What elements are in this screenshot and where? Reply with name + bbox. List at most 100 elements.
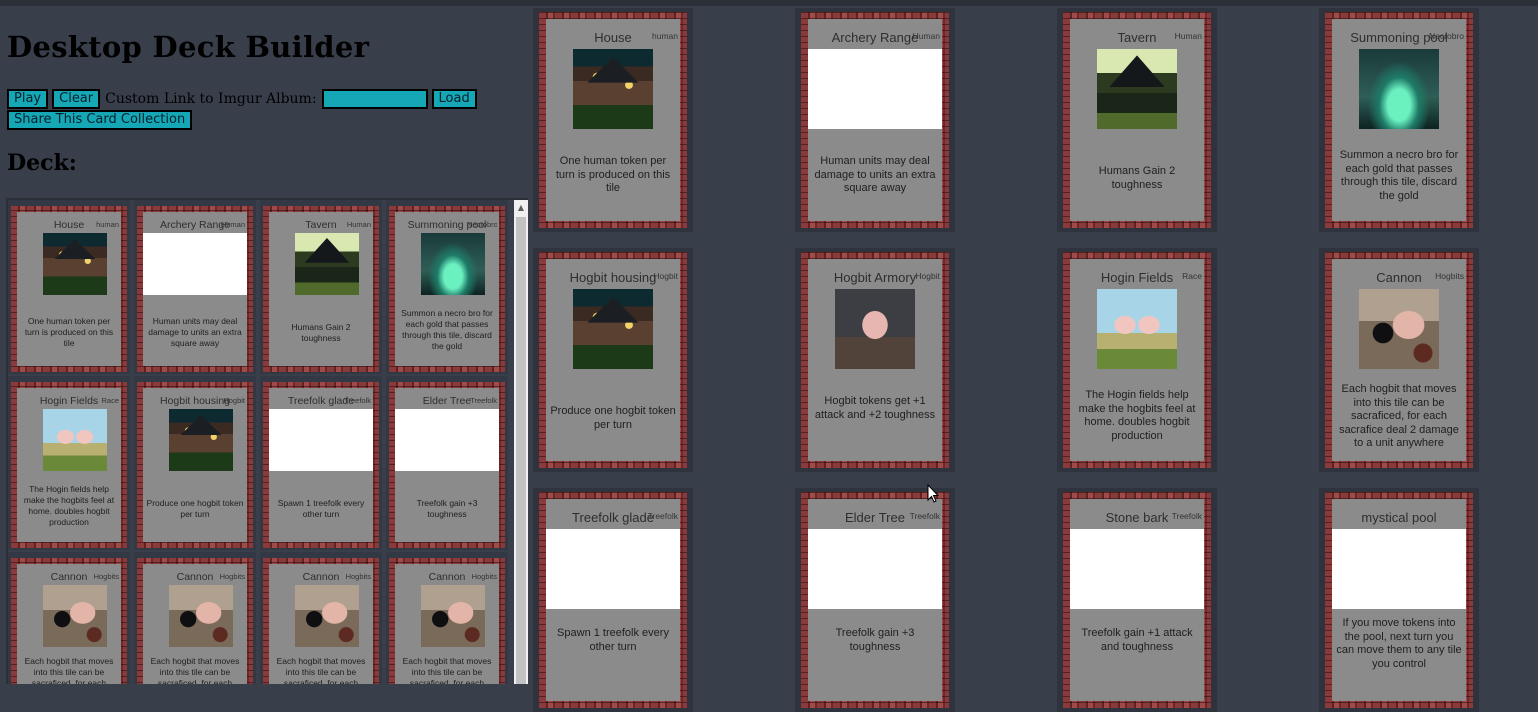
card-description: Treefolk gain +1 attack and toughness: [1081, 627, 1193, 653]
card-type: Hogbits: [219, 572, 245, 581]
card-description: Treefolk gain +3 toughness: [416, 498, 478, 519]
card-type: Treefolk: [647, 511, 678, 521]
card-hogin-fields[interactable]: Hogin Fields Race The Hogin fields help ma…: [11, 382, 127, 548]
card-art-placeholder: [546, 529, 680, 609]
card-face: House human One human token per turn is pr…: [17, 212, 121, 366]
card-hogin-fields[interactable]: Hogin Fields Race The Hogin fields help ma…: [1063, 252, 1211, 468]
card-description: Humans Gain 2 toughness: [1098, 165, 1176, 191]
card-description: Each hogbit that moves into this tile ca…: [24, 656, 114, 684]
card-hogbit-armory[interactable]: Hogbit Armory Hogbit Hogbit tokens get +1 …: [801, 252, 949, 468]
card-cannon[interactable]: Cannon Hogbits Each hogbit that moves into…: [1325, 252, 1473, 468]
card-type: human: [652, 31, 678, 41]
card-description: The Hogin fields help make the hogbits f…: [1078, 389, 1196, 442]
card-type: Race: [101, 396, 119, 405]
card-face: Summoning pool Necrobro Summon a necro bro…: [395, 212, 499, 366]
card-description: Spawn 1 treefolk every other turn: [557, 627, 669, 653]
card-face: Hogbit Armory Hogbit Hogbit tokens get +1 …: [808, 259, 942, 461]
deck-scrollbar[interactable]: ▲: [514, 200, 528, 684]
card-face: Treefolk glade Treefolk Spawn 1 treefolk e…: [269, 388, 373, 542]
clear-button[interactable]: Clear: [52, 89, 101, 109]
card-face: House human One human token per turn is pr…: [546, 19, 680, 221]
card-cannon[interactable]: Cannon Hogbits Each hogbit that moves into…: [137, 558, 253, 684]
play-button[interactable]: Play: [7, 89, 49, 109]
card-cannon[interactable]: Cannon Hogbits Each hogbit that moves into…: [11, 558, 127, 684]
custom-link-label: Custom Link to Imgur Album:: [105, 91, 317, 107]
card-type: Necrobro: [1429, 31, 1464, 41]
card-cannon[interactable]: Cannon Hogbits Each hogbit that moves into…: [263, 558, 379, 684]
card-archery-range[interactable]: Archery Range Human Human units may deal d…: [801, 12, 949, 228]
card-type: Hogbit: [653, 271, 678, 281]
card-type: Human: [1174, 31, 1202, 41]
card-art-placeholder: [808, 49, 942, 129]
card-archery-range[interactable]: Archery Range Human Human units may deal d…: [137, 206, 253, 372]
card-summoning-pool[interactable]: Summoning pool Necrobro Summon a necro bro…: [389, 206, 505, 372]
card-name: mystical pool: [1361, 510, 1437, 525]
card-face: mystical pool If you move tokens into the…: [1332, 499, 1466, 701]
card-type: Treefolk: [344, 396, 371, 405]
card-hogbit-housing[interactable]: Hogbit housing Hogbit Produce one hogbit t…: [137, 382, 253, 548]
imgur-album-input[interactable]: [321, 89, 428, 109]
card-house[interactable]: House human One human token per turn is pr…: [11, 206, 127, 372]
card-face: Elder Tree Treefolk Treefolk gain +3 tough…: [395, 388, 499, 542]
card-tavern[interactable]: Tavern Human Humans Gain 2 toughness: [263, 206, 379, 372]
card-description: Human units may deal damage to units an …: [814, 155, 936, 194]
card-art-image: [1097, 49, 1177, 129]
load-button[interactable]: Load: [431, 89, 477, 109]
deck-list[interactable]: House human One human token per turn is pr…: [6, 198, 528, 684]
card-face: Treefolk glade Treefolk Spawn 1 treefolk e…: [546, 499, 680, 701]
card-tavern[interactable]: Tavern Human Humans Gain 2 toughness: [1063, 12, 1211, 228]
card-art-image: [1359, 289, 1439, 369]
share-row: Share This Card Collection: [7, 110, 193, 130]
page-title: Desktop Deck Builder: [7, 30, 370, 64]
card-art-image: [295, 585, 359, 647]
card-type: Hogbits: [345, 572, 371, 581]
card-type: Race: [1182, 271, 1202, 281]
scroll-up-arrow-icon[interactable]: ▲: [514, 200, 528, 216]
card-face: Archery Range Human Human units may deal d…: [808, 19, 942, 221]
card-hogbit-housing[interactable]: Hogbit housing Hogbit Produce one hogbit t…: [539, 252, 687, 468]
card-art-placeholder: [1070, 529, 1204, 609]
card-type: Human: [912, 31, 940, 41]
card-art-image: [169, 585, 233, 647]
deck-panel: Desktop Deck Builder Play Clear Custom L…: [0, 6, 528, 684]
card-description: The Hogin fields help make the hogbits f…: [23, 484, 115, 527]
card-type: Hogbits: [471, 572, 497, 581]
card-description: Treefolk gain +3 toughness: [835, 627, 915, 653]
card-art-image: [169, 409, 233, 471]
card-summoning-pool[interactable]: Summoning pool Necrobro Summon a necro bro…: [1325, 12, 1473, 228]
card-elder-tree[interactable]: Elder Tree Treefolk Treefolk gain +3 tough…: [389, 382, 505, 548]
card-description: Each hogbit that moves into this tile ca…: [1339, 383, 1459, 449]
card-art-image: [295, 233, 359, 295]
card-type: Human: [346, 220, 371, 229]
card-description: One human token per turn is produced on …: [24, 316, 114, 348]
card-face: Cannon Hogbits Each hogbit that moves into…: [17, 564, 121, 684]
deck-heading: Deck:: [7, 150, 77, 176]
card-type: Hogbit: [915, 271, 940, 281]
card-art-image: [1097, 289, 1177, 369]
card-description: Each hogbit that moves into this tile ca…: [150, 656, 240, 684]
card-description: Each hogbit that moves into this tile ca…: [276, 656, 366, 684]
card-face: Tavern Human Humans Gain 2 toughness: [269, 212, 373, 366]
card-face: Summoning pool Necrobro Summon a necro bro…: [1332, 19, 1466, 221]
card-description: Humans Gain 2 toughness: [291, 322, 351, 343]
scrollbar-thumb[interactable]: [516, 217, 526, 684]
card-face: Elder Tree Treefolk Treefolk gain +3 tough…: [808, 499, 942, 701]
card-type: human: [96, 220, 119, 229]
card-description: Produce one hogbit token per turn: [550, 405, 676, 431]
card-type: Hogbits: [93, 572, 119, 581]
card-face: Stone bark Treefolk Treefolk gain +1 attac…: [1070, 499, 1204, 701]
card-art-image: [43, 585, 107, 647]
card-description: Human units may deal damage to units an …: [148, 316, 242, 348]
card-face: Cannon Hogbits Each hogbit that moves into…: [269, 564, 373, 684]
card-face: Hogin Fields Race The Hogin fields help ma…: [17, 388, 121, 542]
share-collection-button[interactable]: Share This Card Collection: [7, 110, 193, 130]
card-type: Treefolk: [470, 396, 497, 405]
card-cannon[interactable]: Cannon Hogbits Each hogbit that moves into…: [389, 558, 505, 684]
card-art-placeholder: [808, 529, 942, 609]
card-face: Cannon Hogbits Each hogbit that moves into…: [143, 564, 247, 684]
card-art-image: [421, 233, 485, 295]
card-treefolk-glade[interactable]: Treefolk glade Treefolk Spawn 1 treefolk e…: [263, 382, 379, 548]
card-face: Tavern Human Humans Gain 2 toughness: [1070, 19, 1204, 221]
card-house[interactable]: House human One human token per turn is pr…: [539, 12, 687, 228]
card-description: Each hogbit that moves into this tile ca…: [402, 656, 492, 684]
